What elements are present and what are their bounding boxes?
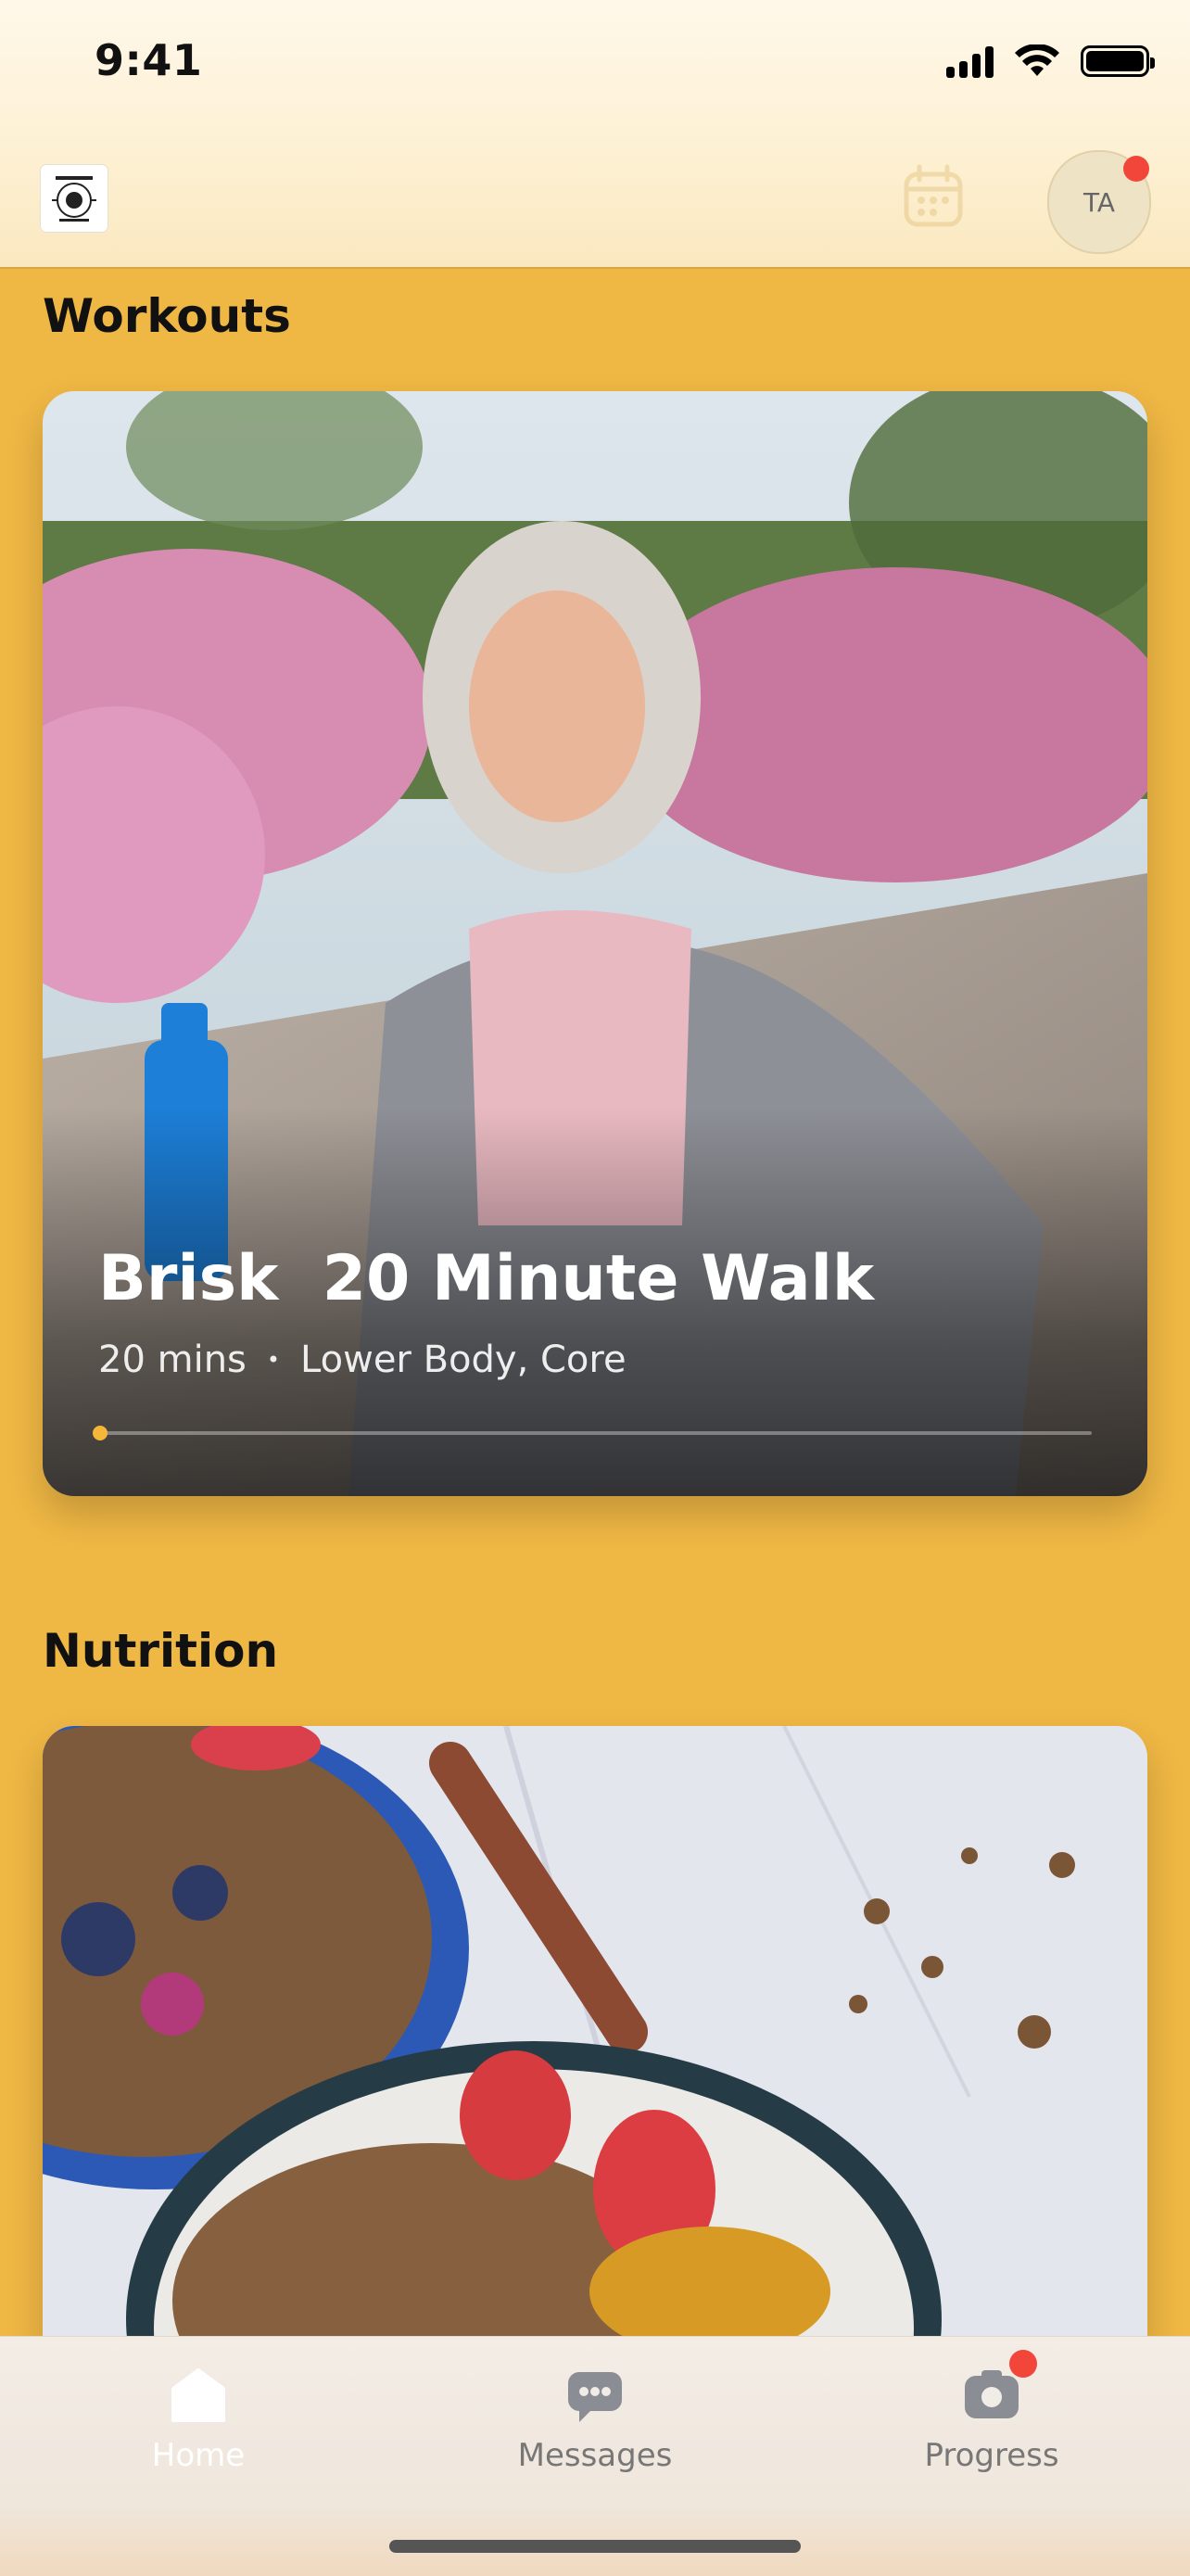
progress-badge xyxy=(1009,2350,1037,2378)
meta-separator: • xyxy=(266,1347,281,1373)
brand-logo[interactable] xyxy=(41,165,108,232)
battery-icon xyxy=(1081,45,1155,77)
tab-home[interactable]: Home xyxy=(59,2337,337,2504)
workout-title: Brisk 20 Minute Walk xyxy=(98,1242,875,1315)
message-icon xyxy=(566,2367,624,2424)
calendar-icon xyxy=(904,164,963,227)
status-icons xyxy=(946,44,1155,78)
workouts-section-title: Workouts xyxy=(43,289,291,343)
signal-icon xyxy=(946,44,994,78)
tab-messages-label: Messages xyxy=(517,2437,673,2474)
avatar-initials: TA xyxy=(1082,186,1116,218)
tab-progress[interactable]: Progress xyxy=(853,2337,1131,2504)
tab-home-label: Home xyxy=(151,2437,246,2474)
tab-messages[interactable]: Messages xyxy=(456,2337,734,2504)
workout-focus: Lower Body, Core xyxy=(300,1339,627,1381)
notification-dot xyxy=(1123,156,1149,182)
workout-progress-knob xyxy=(93,1426,108,1440)
status-time: 9:41 xyxy=(95,35,203,85)
home-icon xyxy=(170,2367,227,2424)
workout-card[interactable]: Brisk 20 Minute Walk 20 mins • Lower Bod… xyxy=(43,391,1147,1496)
logo-emblem-icon xyxy=(52,176,96,222)
nutrition-section-title: Nutrition xyxy=(43,1624,279,1678)
profile-avatar-button[interactable]: TA xyxy=(1047,150,1151,254)
workout-meta: 20 mins • Lower Body, Core xyxy=(98,1339,627,1381)
wifi-icon xyxy=(1015,44,1059,76)
camera-icon xyxy=(963,2350,1037,2424)
calendar-button[interactable] xyxy=(901,163,966,230)
home-indicator xyxy=(389,2540,801,2553)
nutrition-card[interactable] xyxy=(43,1726,1147,2375)
top-bar: 9:41 TA xyxy=(0,0,1190,269)
workout-progress-bar xyxy=(93,1426,1092,1440)
tab-progress-label: Progress xyxy=(924,2437,1059,2474)
nutrition-photo xyxy=(43,1726,1147,2375)
workout-duration: 20 mins xyxy=(98,1339,247,1381)
